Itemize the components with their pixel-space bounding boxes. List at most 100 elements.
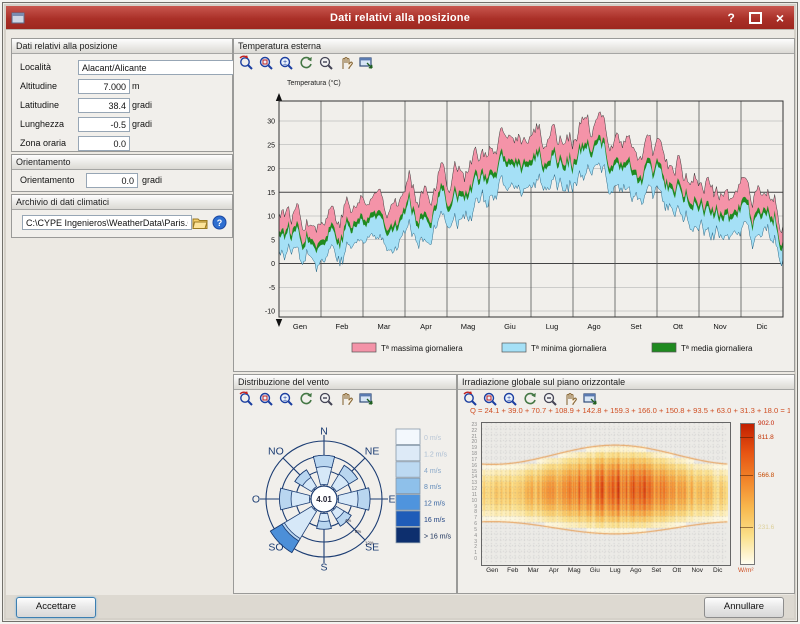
capture-window-icon[interactable]	[582, 391, 598, 407]
irradiation-panel-title: Irradiazione globale sul piano orizzonta…	[458, 375, 794, 390]
heatmap-hour-axis: 23222120191817161514131211109876543210	[464, 423, 479, 563]
svg-text:N: N	[320, 426, 328, 438]
svg-text:12%: 12%	[365, 540, 374, 545]
accept-button[interactable]: Accettare	[16, 597, 96, 618]
help-info-icon[interactable]: ?	[212, 215, 228, 230]
svg-text:E: E	[388, 494, 395, 506]
capture-window-icon[interactable]	[358, 55, 374, 71]
scale-tick-label: 811.8	[758, 434, 774, 441]
scale-tick-mark	[740, 437, 753, 438]
longitude-label: Lunghezza	[20, 119, 64, 129]
heatmap-month-label: Feb	[503, 567, 524, 577]
heatmap-month-label: Mag	[564, 567, 585, 577]
open-folder-icon[interactable]	[192, 215, 208, 230]
zoom-select-icon[interactable]: ±	[278, 391, 294, 407]
app-icon	[11, 11, 25, 25]
close-button[interactable]: ×	[776, 12, 784, 24]
zoom-out-icon[interactable]	[542, 391, 558, 407]
cancel-button[interactable]: Annullare	[704, 597, 784, 618]
zoom-reset-icon[interactable]	[238, 391, 254, 407]
svg-text:Set: Set	[630, 322, 642, 331]
svg-text:Tª massima giornaliera: Tª massima giornaliera	[381, 344, 463, 353]
redraw-icon[interactable]	[522, 391, 538, 407]
footer-bar: Accettare Annullare	[6, 595, 794, 618]
heatmap-month-label: Apr	[544, 567, 565, 577]
temperature-panel-title: Temperatura esterna	[234, 39, 794, 54]
scale-tick-label: 902.0	[758, 420, 774, 427]
svg-text:NO: NO	[268, 445, 284, 457]
redraw-icon[interactable]	[298, 55, 314, 71]
longitude-unit: gradi	[132, 119, 152, 129]
zoom-window-icon[interactable]	[258, 55, 274, 71]
svg-text:Tª media giornaliera: Tª media giornaliera	[681, 344, 753, 353]
svg-text:Lug: Lug	[546, 322, 559, 331]
wind-toolbar: ±	[236, 391, 374, 408]
svg-text:?: ?	[217, 218, 223, 228]
temperature-chart[interactable]: Temperatura (°C)302520151050-5-10GenFebM…	[234, 71, 794, 371]
wind-panel-title: Distribuzione del vento	[234, 375, 456, 390]
altitude-input[interactable]	[78, 79, 130, 94]
heatmap-month-label: Ago	[626, 567, 647, 577]
svg-text:25: 25	[267, 142, 275, 149]
zoom-select-icon[interactable]: ±	[278, 55, 294, 71]
longitude-input[interactable]	[78, 117, 130, 132]
pan-icon[interactable]	[338, 391, 354, 407]
locality-input[interactable]	[78, 60, 234, 75]
latitude-label: Latitudine	[20, 100, 59, 110]
svg-text:Mag: Mag	[461, 322, 476, 331]
locality-label: Località	[20, 62, 51, 72]
svg-text:NE: NE	[365, 445, 380, 457]
heatmap-month-label: Ott	[667, 567, 688, 577]
svg-text:Giu: Giu	[504, 322, 516, 331]
orientation-group-title: Orientamento	[12, 155, 232, 170]
scale-tick-mark	[740, 527, 753, 528]
svg-text:O: O	[252, 494, 260, 506]
help-button[interactable]: ?	[727, 12, 734, 24]
zoom-window-icon[interactable]	[482, 391, 498, 407]
zoom-reset-icon[interactable]	[238, 55, 254, 71]
zoom-select-icon[interactable]: ±	[502, 391, 518, 407]
svg-text:-5: -5	[269, 285, 275, 292]
svg-text:Mar: Mar	[378, 322, 391, 331]
location-group-title: Dati relativi alla posizione	[12, 39, 232, 54]
maximize-button[interactable]	[749, 12, 762, 24]
wind-panel: Distribuzione del vento ± 4.01NNEESESSOO…	[233, 374, 457, 594]
title-bar: Dati relativi alla posizione ? ×	[6, 6, 794, 29]
dialog-window: Dati relativi alla posizione ? × Dati re…	[2, 2, 798, 622]
svg-text:> 16 m/s: > 16 m/s	[424, 533, 452, 540]
latitude-unit: gradi	[132, 100, 152, 110]
svg-text:Nov: Nov	[713, 322, 727, 331]
zoom-window-icon[interactable]	[258, 391, 274, 407]
heatmap-month-label: Mar	[523, 567, 544, 577]
archive-group: Archivio di dati climatici ?	[11, 194, 233, 238]
svg-text:8 m/s: 8 m/s	[424, 484, 442, 491]
heatmap-month-label: Dic	[708, 567, 729, 577]
svg-text:S: S	[320, 562, 327, 574]
zoom-out-icon[interactable]	[318, 391, 334, 407]
archive-path-input[interactable]	[22, 215, 192, 230]
svg-text:-10: -10	[265, 309, 275, 316]
zoom-out-icon[interactable]	[318, 55, 334, 71]
zoom-reset-icon[interactable]	[462, 391, 478, 407]
svg-text:±: ±	[283, 396, 287, 403]
archive-group-title: Archivio di dati climatici	[12, 195, 232, 210]
svg-text:12 m/s: 12 m/s	[424, 501, 446, 508]
orientation-input[interactable]	[86, 173, 138, 188]
svg-text:30: 30	[267, 119, 275, 126]
pan-icon[interactable]	[562, 391, 578, 407]
heatmap-month-label: Set	[646, 567, 667, 577]
pan-icon[interactable]	[338, 55, 354, 71]
latitude-input[interactable]	[78, 98, 130, 113]
temperature-toolbar: ±	[236, 55, 374, 72]
redraw-icon[interactable]	[298, 391, 314, 407]
svg-text:Feb: Feb	[336, 322, 349, 331]
timezone-input[interactable]	[78, 136, 130, 151]
svg-text:8%: 8%	[355, 529, 362, 534]
wind-rose-chart[interactable]: 4.01NNEESESSOONO4%8%12%0 m/s1.2 m/s4 m/s…	[234, 407, 456, 593]
svg-text:Tª minima giornaliera: Tª minima giornaliera	[531, 344, 607, 353]
irradiation-panel: Irradiazione globale sul piano orizzonta…	[457, 374, 795, 594]
irradiation-heatmap[interactable]	[482, 423, 728, 563]
capture-window-icon[interactable]	[358, 391, 374, 407]
irradiation-scale-unit: W/m²	[738, 567, 754, 574]
heatmap-frame	[481, 422, 731, 566]
